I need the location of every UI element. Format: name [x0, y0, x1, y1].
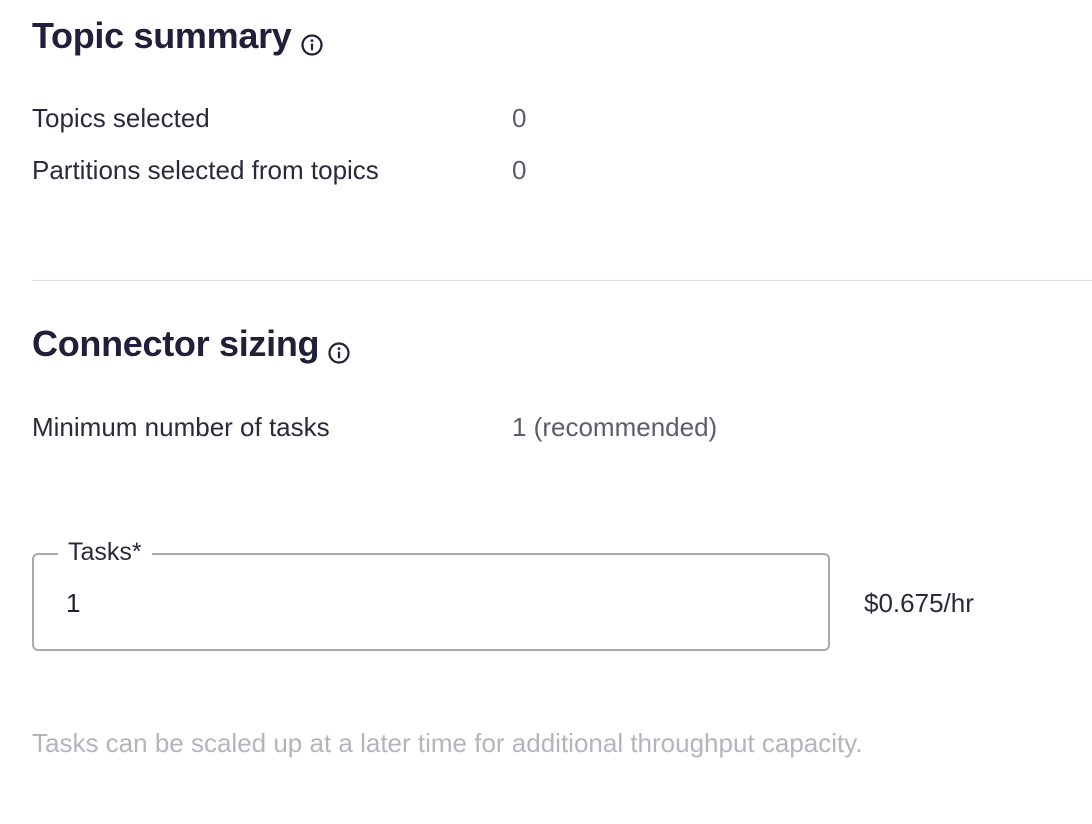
minimum-tasks-label: Minimum number of tasks	[32, 412, 330, 442]
info-icon[interactable]	[300, 25, 324, 56]
minimum-tasks-value: 1 (recommended)	[512, 412, 718, 442]
tasks-field-label: Tasks*	[58, 535, 152, 569]
partitions-selected-label: Partitions selected from topics	[32, 155, 379, 185]
tasks-input[interactable]	[66, 583, 766, 623]
hourly-price: $0.675/hr	[864, 588, 974, 618]
tasks-field[interactable]: Tasks*	[32, 535, 830, 651]
tasks-helper-text: Tasks can be scaled up at a later time f…	[32, 728, 863, 758]
section-divider	[32, 280, 1092, 281]
topic-summary-title: Topic summary	[32, 16, 324, 56]
topics-selected-value: 0	[512, 103, 527, 133]
connector-sizing-title-text: Connector sizing	[32, 323, 320, 364]
topic-summary-title-text: Topic summary	[32, 15, 292, 56]
info-icon[interactable]	[327, 333, 351, 364]
partitions-selected-value: 0	[512, 155, 527, 185]
topics-selected-label: Topics selected	[32, 103, 210, 133]
connector-sizing-title: Connector sizing	[32, 324, 351, 364]
